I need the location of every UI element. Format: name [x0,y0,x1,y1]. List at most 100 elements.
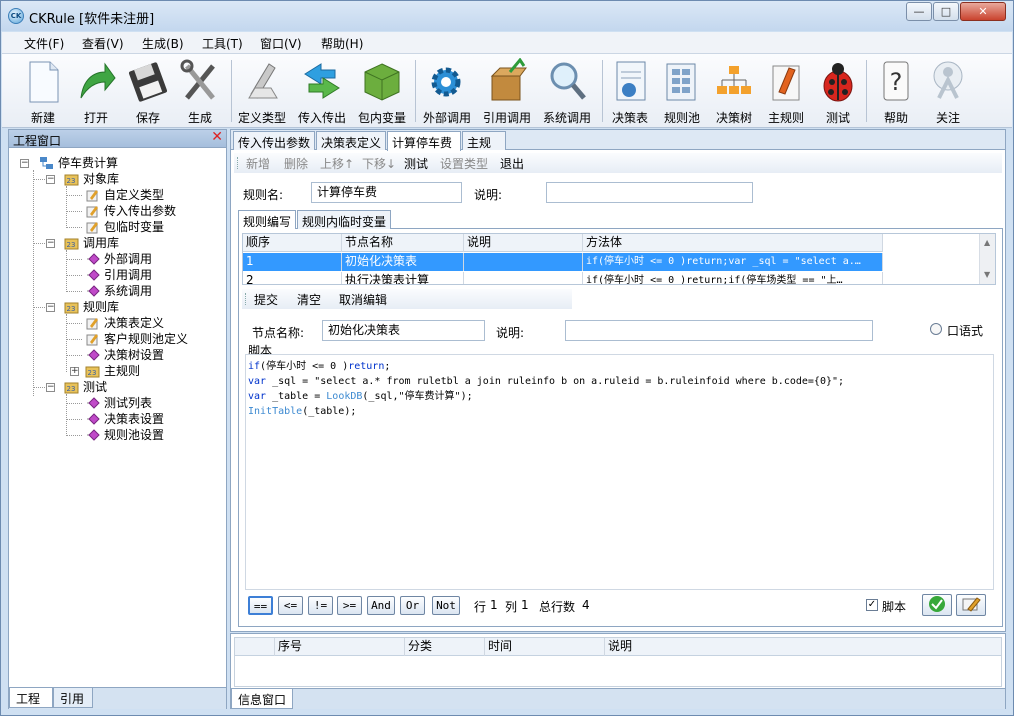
toolbar-help-button[interactable]: ? 帮助 [867,56,925,126]
toolbar-external-call-button[interactable]: 外部调用 [418,56,476,126]
tab-reference[interactable]: 引用 [53,688,93,708]
op-greater-equal-button[interactable]: >= [337,596,362,615]
toolbar-build-button[interactable]: 生成 [171,56,229,126]
menu-tools[interactable]: 工具(T) [202,35,243,52]
tab-info-window[interactable]: 信息窗口 [231,689,293,709]
op-not-equal-button[interactable]: != [308,596,333,615]
toolbar-test-button[interactable]: 测试 [809,56,867,126]
close-panel-icon[interactable]: ✕ [211,129,223,145]
edit-button[interactable] [956,594,986,616]
rule-editor-panel: 顺序 节点名称 说明 方法体 1 初始化决策表 if(停车小时 <= 0 )re… [238,229,1003,627]
toolbar-rule-pool-button[interactable]: 规则池 [653,56,711,126]
toolbar-main-rule-button[interactable]: 主规则 [757,56,815,126]
info-panel: 序号 分类 时间 说明 信息窗口 [230,633,1006,709]
tree-guide [66,435,82,436]
call-diamond-icon [85,428,100,442]
table-row[interactable]: 2 执行决策表计算 if(停车小时 <= 0 )return;if(停车场类型 … [243,272,883,284]
exit-button[interactable]: 退出 [500,155,524,172]
confirm-button[interactable] [922,594,952,616]
tree-expand-toggle[interactable]: + [70,367,79,376]
toolbar-reference-call-button[interactable]: 引用调用 [478,56,536,126]
tree-collapse-toggle[interactable]: − [46,383,55,392]
tab-inout-params[interactable]: 传入传出参数 [233,131,315,150]
menu-view[interactable]: 查看(V) [82,35,124,52]
menu-window[interactable]: 窗口(V) [260,35,302,52]
window-title: CKRule [软件未注册] [29,12,155,27]
tree-guide [66,195,82,196]
toolbar-decision-tree-button[interactable]: 决策树 [705,56,763,126]
op-equal-button[interactable]: == [248,596,273,615]
tree-item-label: 测试列表 [104,396,153,410]
define-type-icon [241,58,283,104]
op-and-button[interactable]: And [367,596,395,615]
tree-collapse-toggle[interactable]: − [46,239,55,248]
system-call-magnifier-icon [546,58,588,104]
table-row[interactable]: 1 初始化决策表 if(停车小时 <= 0 )return;var _sql =… [243,253,883,271]
svg-text:23: 23 [67,177,76,185]
toolbar-save-button[interactable]: 保存 [119,56,177,126]
column-label: 列 [505,600,518,614]
submit-button[interactable]: 提交 [254,291,278,308]
node-name-label: 节点名称: [252,326,305,340]
toolbar-follow-button[interactable]: 关注 [919,56,977,126]
rule-desc-input[interactable] [546,182,753,203]
library-folder-icon: 23 [64,236,79,250]
oral-style-radio[interactable] [930,323,942,335]
toolbar-system-call-button[interactable]: 系统调用 [538,56,596,126]
tab-rule-writing[interactable]: 规则编写 [238,210,296,230]
node-desc-input[interactable] [565,320,873,341]
toolbar-package-variable-button[interactable]: 包内变量 [353,56,411,126]
clear-button[interactable]: 清空 [297,291,321,308]
rule-name-input[interactable]: 计算停车费 [311,182,462,203]
test-button[interactable]: 测试 [404,155,428,172]
close-button[interactable]: ✕ [960,2,1006,21]
add-button[interactable]: 新增 [246,155,270,172]
toolbar-open-button[interactable]: 打开 [67,56,125,126]
toolbar-label: 测试 [825,111,850,125]
move-up-button[interactable]: 上移↑ [320,155,354,172]
tree-guide [66,227,82,228]
code-line: InitTable(_table); [248,406,357,417]
tree-collapse-toggle[interactable]: − [20,159,29,168]
rule-sub-tabs: 规则编写 规则内临时变量 [238,209,1003,230]
tab-calc-parking-fee[interactable]: 计算停车费 [387,131,461,151]
tree-collapse-toggle[interactable]: − [46,303,55,312]
toolbar-label: 外部调用 [422,111,471,125]
cancel-edit-button[interactable]: 取消编辑 [339,291,387,308]
toolbar-grip [245,293,247,305]
grid-header-cell: 序号 [275,638,405,656]
tab-decision-table-def[interactable]: 决策表定义 [316,131,386,150]
set-type-button[interactable]: 设置类型 [440,155,488,172]
script-checkbox[interactable]: ✓ [866,599,878,611]
rule-node-grid: 顺序 节点名称 说明 方法体 1 初始化决策表 if(停车小时 <= 0 )re… [242,233,996,285]
script-bottom-bar: == <= != >= And Or Not 行 1 列 1 总行数 4 ✓ 脚… [239,593,1004,619]
tab-rule-temp-vars[interactable]: 规则内临时变量 [297,210,391,229]
grid-header-cell: 顺序 [243,234,342,252]
menu-file[interactable]: 文件(F) [24,35,64,52]
toolbar-inout-button[interactable]: 传入传出 [293,56,351,126]
toolbar-decision-table-button[interactable]: 决策表 [601,56,659,126]
delete-button[interactable]: 删除 [284,155,308,172]
node-name-input[interactable]: 初始化决策表 [322,320,485,341]
minimize-button[interactable]: — [906,2,932,21]
tab-main-rule[interactable]: 主规则 [462,131,506,167]
tree-item-label: 传入传出参数 [104,204,177,218]
toolbar-new-button[interactable]: 新建 [14,56,72,126]
maximize-button[interactable]: □ [933,2,959,21]
scroll-down-icon[interactable]: ▼ [984,270,990,279]
grid-cell [464,253,583,271]
grid-scrollbar[interactable]: ▲ ▼ [979,234,995,284]
svg-text:23: 23 [67,305,76,313]
tree-collapse-toggle[interactable]: − [46,175,55,184]
op-less-equal-button[interactable]: <= [278,596,303,615]
scroll-up-icon[interactable]: ▲ [984,238,990,247]
move-down-button[interactable]: 下移↓ [362,155,396,172]
tab-project[interactable]: 工程 [9,688,53,708]
op-or-button[interactable]: Or [400,596,425,615]
svg-text:23: 23 [67,241,76,249]
toolbar-define-type-button[interactable]: 定义类型 [233,56,291,126]
script-editor[interactable]: if(停车小时 <= 0 )return; var _sql = "select … [245,354,994,590]
menu-help[interactable]: 帮助(H) [321,35,363,52]
op-not-button[interactable]: Not [432,596,460,615]
menu-build[interactable]: 生成(B) [142,35,184,52]
